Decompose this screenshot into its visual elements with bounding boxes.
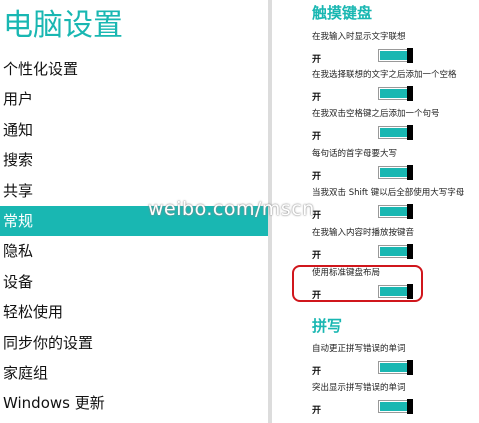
setting-label: 自动更正拼写错误的单词	[312, 344, 406, 354]
toggle-fill	[380, 168, 407, 177]
toggle-fill	[380, 402, 407, 411]
setting-highlight-misspelled: 突出显示拼写错误的单词 开	[312, 383, 472, 419]
nav-item-ease-of-access[interactable]: 轻松使用	[0, 297, 268, 327]
setting-label: 每句话的首字母要大写	[312, 149, 398, 159]
nav-item-users[interactable]: 用户	[0, 84, 268, 114]
toggle-knob[interactable]	[407, 360, 413, 375]
setting-label: 当我双击 Shift 键以后全部使用大写字母	[312, 188, 465, 198]
toggle-knob[interactable]	[407, 125, 413, 140]
toggle-switch[interactable]	[378, 165, 413, 180]
setting-label: 在我输入时显示文字联想	[312, 32, 406, 42]
highlight-annotation	[292, 265, 423, 302]
toggle-knob[interactable]	[407, 244, 413, 259]
toggle-state-label: 开	[312, 132, 322, 142]
toggle-knob[interactable]	[407, 399, 413, 414]
nav-item-privacy[interactable]: 隐私	[0, 236, 268, 266]
section-title-spelling: 拼写	[312, 317, 343, 335]
toggle-switch[interactable]	[378, 360, 413, 375]
toggle-state-label: 开	[312, 406, 322, 416]
toggle-state-label: 开	[312, 367, 322, 377]
nav-item-search[interactable]: 搜索	[0, 145, 268, 175]
toggle-state-label: 开	[312, 251, 322, 261]
toggle-switch[interactable]	[378, 204, 413, 219]
toggle-fill	[380, 363, 407, 372]
setting-label: 在我输入内容时播放按键音	[312, 228, 415, 238]
toggle-switch[interactable]	[378, 244, 413, 259]
nav-item-windows-update[interactable]: Windows 更新	[0, 388, 268, 418]
toggle-knob[interactable]	[407, 204, 413, 219]
setting-autocorrect-misspelled: 自动更正拼写错误的单词 开	[312, 344, 472, 380]
toggle-switch[interactable]	[378, 125, 413, 140]
nav-item-notifications[interactable]: 通知	[0, 115, 268, 145]
toggle-knob[interactable]	[407, 48, 413, 63]
nav-item-homegroup[interactable]: 家庭组	[0, 358, 268, 388]
toggle-fill	[380, 51, 407, 60]
setting-label: 在我选择联想的文字之后添加一个空格	[312, 70, 457, 80]
toggle-switch[interactable]	[378, 48, 413, 63]
toggle-state-label: 开	[312, 172, 322, 182]
toggle-fill	[380, 89, 407, 98]
toggle-fill	[380, 247, 407, 256]
toggle-knob[interactable]	[407, 86, 413, 101]
toggle-fill	[380, 128, 407, 137]
setting-show-text-suggestions: 在我输入时显示文字联想 开	[312, 32, 472, 68]
setting-label: 在我双击空格键之后添加一个句号	[312, 109, 440, 119]
toggle-state-label: 开	[312, 93, 322, 103]
toggle-switch[interactable]	[378, 399, 413, 414]
setting-label: 突出显示拼写错误的单词	[312, 383, 406, 393]
section-title-touch-keyboard: 触摸键盘	[312, 4, 373, 22]
setting-play-key-sounds: 在我输入内容时播放按键音 开	[312, 228, 472, 264]
nav-item-sync-settings[interactable]: 同步你的设置	[0, 328, 268, 358]
nav-item-devices[interactable]: 设备	[0, 267, 268, 297]
nav-item-personalize[interactable]: 个性化设置	[0, 54, 268, 84]
watermark: weibo.com/mscn	[148, 198, 315, 220]
toggle-fill	[380, 207, 407, 216]
setting-double-space-period: 在我双击空格键之后添加一个句号 开	[312, 109, 472, 145]
toggle-knob[interactable]	[407, 165, 413, 180]
setting-add-space-after-suggestion: 在我选择联想的文字之后添加一个空格 开	[312, 70, 472, 106]
toggle-switch[interactable]	[378, 86, 413, 101]
setting-capitalize-first-letter: 每句话的首字母要大写 开	[312, 149, 472, 185]
setting-double-shift-caps-lock: 当我双击 Shift 键以后全部使用大写字母 开	[312, 188, 472, 224]
page-title: 电脑设置	[3, 8, 123, 43]
settings-nav-list: 个性化设置 用户 通知 搜索 共享 常规 隐私 设备 轻松使用 同步你的设置 家…	[0, 54, 268, 419]
toggle-state-label: 开	[312, 55, 322, 65]
